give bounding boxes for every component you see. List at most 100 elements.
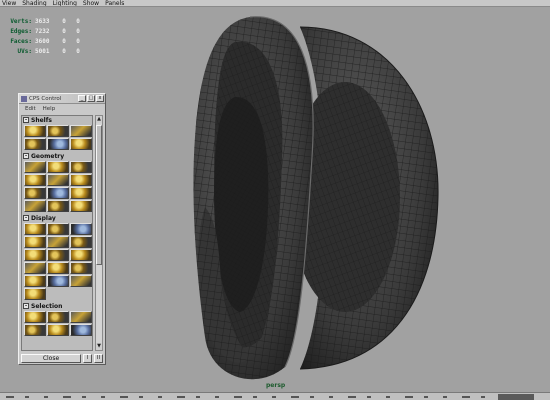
shelf-tool-icon[interactable] (47, 125, 69, 137)
window-title-bar[interactable]: CPS Control _ □ x (19, 94, 105, 104)
section-header[interactable]: - Geometry (22, 152, 92, 160)
status-mark (120, 396, 128, 398)
status-bar (0, 392, 550, 400)
shelf-tool-icon[interactable] (24, 125, 46, 137)
display-tool-icon[interactable] (70, 249, 92, 261)
geometry-tool-icon[interactable] (70, 187, 92, 199)
geometry-tool-icon[interactable] (24, 200, 46, 212)
display-icon-grid (22, 222, 92, 302)
display-tool-icon[interactable] (47, 275, 69, 287)
section-label: Geometry (31, 152, 65, 160)
section-geometry: - Geometry (22, 152, 92, 214)
status-mark (25, 396, 29, 398)
geometry-tool-icon[interactable] (47, 161, 69, 173)
shelf-icon-grid (22, 124, 92, 152)
display-tool-icon[interactable] (47, 262, 69, 274)
section-header[interactable]: - Shelfs (22, 116, 92, 124)
minimize-button[interactable]: _ (78, 95, 86, 102)
display-tool-icon[interactable] (47, 249, 69, 261)
selection-tool-icon[interactable] (70, 311, 92, 323)
close-button[interactable]: Close (21, 354, 81, 363)
hud-row-verts: Verts: 3633 0 0 (6, 17, 85, 27)
selection-tool-icon[interactable] (47, 311, 69, 323)
collapse-icon[interactable]: - (23, 117, 29, 123)
menu-lighting[interactable]: Lighting (53, 0, 77, 6)
toggle-button-1[interactable]: I (83, 354, 92, 363)
status-mark (253, 396, 257, 398)
menu-show[interactable]: Show (83, 0, 99, 6)
hud-value: 0 (62, 28, 66, 35)
geometry-tool-icon[interactable] (24, 187, 46, 199)
menu-view[interactable]: View (2, 0, 16, 6)
section-header[interactable]: - Display (22, 214, 92, 222)
status-mark (291, 396, 299, 398)
tool-sections: - Shelfs - Geometry - Display - Selectio… (21, 115, 93, 351)
close-window-button[interactable]: x (96, 95, 104, 102)
panel-scrollbar[interactable]: ▲ ▼ (95, 115, 103, 351)
hud-value: 3633 (35, 18, 50, 25)
collapse-icon[interactable]: - (23, 153, 29, 159)
shelf-tool-icon[interactable] (70, 125, 92, 137)
geometry-tool-icon[interactable] (47, 187, 69, 199)
status-mark (139, 396, 143, 398)
display-tool-icon[interactable] (70, 275, 92, 287)
selection-tool-icon[interactable] (24, 311, 46, 323)
geometry-icon-grid (22, 160, 92, 214)
status-mark (196, 396, 200, 398)
shelf-tool-icon[interactable] (47, 138, 69, 150)
section-header[interactable]: - Selection (22, 302, 92, 310)
collapse-icon[interactable]: - (23, 215, 29, 221)
display-tool-icon[interactable] (47, 236, 69, 248)
shelf-tool-icon[interactable] (24, 138, 46, 150)
hud-row-edges: Edges: 7232 0 0 (6, 27, 85, 37)
section-label: Display (31, 214, 56, 222)
selection-tool-icon[interactable] (47, 324, 69, 336)
camera-label: persp (266, 382, 286, 389)
display-tool-icon[interactable] (24, 275, 46, 287)
geometry-tool-icon[interactable] (70, 174, 92, 186)
display-tool-icon[interactable] (24, 249, 46, 261)
hud-value: 0 (76, 28, 80, 35)
shelf-tool-icon[interactable] (70, 138, 92, 150)
status-mark (82, 396, 86, 398)
menu-help[interactable]: Help (43, 106, 56, 112)
status-mark (310, 396, 314, 398)
hud-value: 0 (62, 18, 66, 25)
menu-shading[interactable]: Shading (22, 0, 46, 6)
collapse-icon[interactable]: - (23, 303, 29, 309)
cps-control-window[interactable]: CPS Control _ □ x Edit Help - Shelfs - G… (18, 93, 106, 365)
section-label: Selection (31, 302, 63, 310)
menu-edit[interactable]: Edit (25, 106, 36, 112)
display-tool-icon[interactable] (24, 262, 46, 274)
geometry-tool-icon[interactable] (47, 174, 69, 186)
status-mark (158, 396, 162, 398)
section-display: - Display (22, 214, 92, 302)
hud-value: 0 (76, 48, 80, 55)
scrollbar-thumb[interactable] (96, 125, 102, 265)
scroll-up-arrow-icon[interactable]: ▲ (96, 116, 102, 123)
display-tool-icon[interactable] (70, 223, 92, 235)
display-tool-icon[interactable] (24, 223, 46, 235)
toggle-button-2[interactable]: II (94, 354, 103, 363)
selection-tool-icon[interactable] (70, 324, 92, 336)
hud-row-uvs: UVs: 5001 0 0 (6, 47, 85, 57)
display-tool-icon[interactable] (24, 236, 46, 248)
maximize-button[interactable]: □ (87, 95, 95, 102)
section-selection: - Selection (22, 302, 92, 338)
hud-label: Edges: (10, 28, 32, 35)
selection-tool-icon[interactable] (24, 324, 46, 336)
display-tool-icon[interactable] (47, 223, 69, 235)
geometry-tool-icon[interactable] (70, 200, 92, 212)
status-mark (348, 396, 356, 398)
menu-panels[interactable]: Panels (105, 0, 124, 6)
display-tool-icon[interactable] (24, 288, 46, 300)
geometry-tool-icon[interactable] (24, 161, 46, 173)
display-tool-icon[interactable] (70, 236, 92, 248)
display-tool-icon[interactable] (70, 262, 92, 274)
status-field[interactable] (498, 394, 534, 400)
geometry-tool-icon[interactable] (70, 161, 92, 173)
geometry-tool-icon[interactable] (47, 200, 69, 212)
geometry-tool-icon[interactable] (24, 174, 46, 186)
window-menu-bar: Edit Help (19, 104, 105, 113)
scroll-down-arrow-icon[interactable]: ▼ (96, 343, 102, 350)
